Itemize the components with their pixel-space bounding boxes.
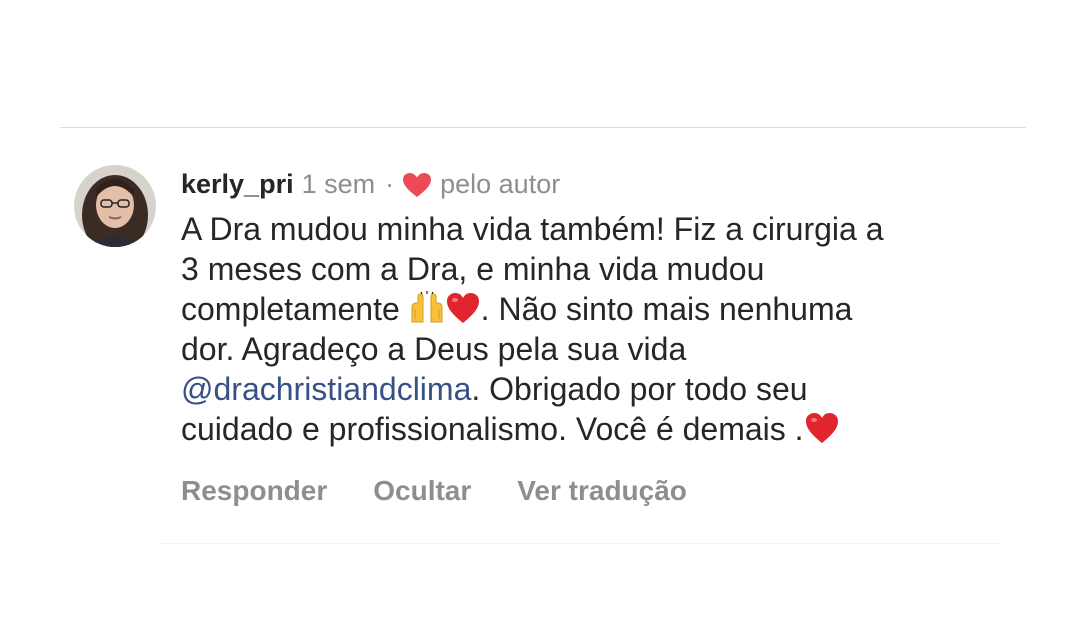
top-divider bbox=[60, 127, 1026, 128]
bottom-divider bbox=[160, 543, 1000, 544]
meta-separator: · bbox=[385, 169, 395, 199]
comment-block: kerly_pri 1 sem · pelo autor A Dra mudou… bbox=[181, 166, 1041, 509]
reply-button[interactable]: Responder bbox=[181, 473, 327, 509]
liked-heart-icon bbox=[402, 171, 432, 197]
liked-by-author-label: pelo autor bbox=[440, 169, 561, 199]
comment-text: A Dra mudou minha vida também! Fiz a cir… bbox=[181, 209, 1041, 449]
red-heart-icon bbox=[804, 411, 840, 445]
hide-button[interactable]: Ocultar bbox=[373, 473, 471, 509]
comment-meta: kerly_pri 1 sem · pelo autor bbox=[181, 166, 1041, 202]
mention-link[interactable]: @drachristiandclima bbox=[181, 371, 471, 407]
comment-screenshot: kerly_pri 1 sem · pelo autor A Dra mudou… bbox=[0, 0, 1080, 640]
translate-button[interactable]: Ver tradução bbox=[517, 473, 687, 509]
comment-actions: Responder Ocultar Ver tradução bbox=[181, 473, 1041, 509]
red-heart-icon bbox=[445, 291, 481, 325]
raising-hands-icon bbox=[409, 291, 445, 325]
avatar[interactable] bbox=[74, 165, 156, 247]
comment-username[interactable]: kerly_pri bbox=[181, 166, 294, 202]
comment-time: 1 sem bbox=[301, 169, 376, 199]
